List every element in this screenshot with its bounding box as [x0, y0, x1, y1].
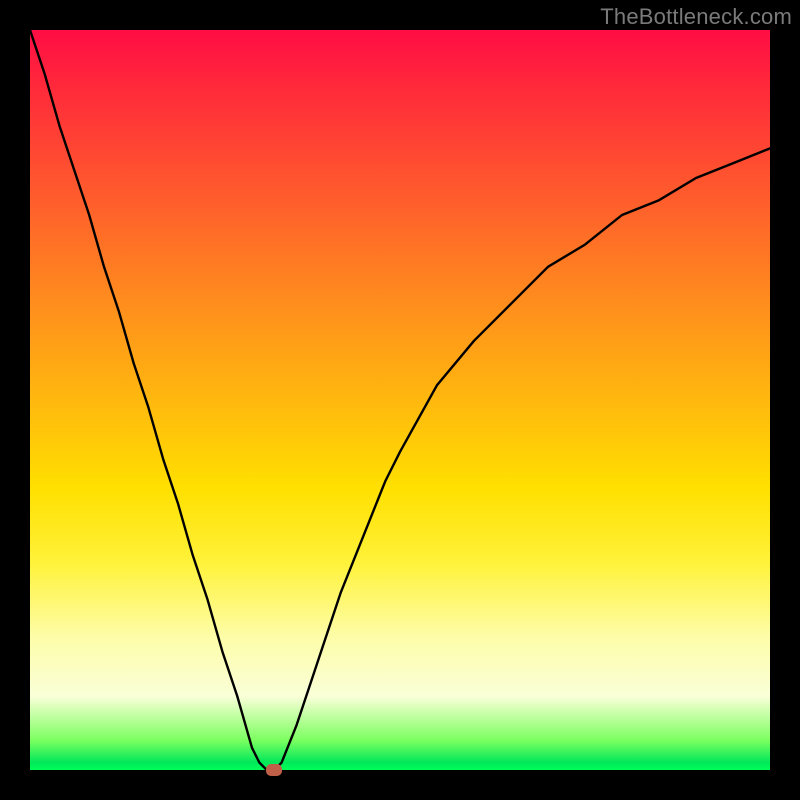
- watermark-text: TheBottleneck.com: [600, 4, 792, 30]
- bottleneck-curve: [30, 30, 770, 770]
- plot-area: [30, 30, 770, 770]
- vertex-marker: [266, 764, 282, 776]
- chart-frame: TheBottleneck.com: [0, 0, 800, 800]
- curve-svg: [30, 30, 770, 770]
